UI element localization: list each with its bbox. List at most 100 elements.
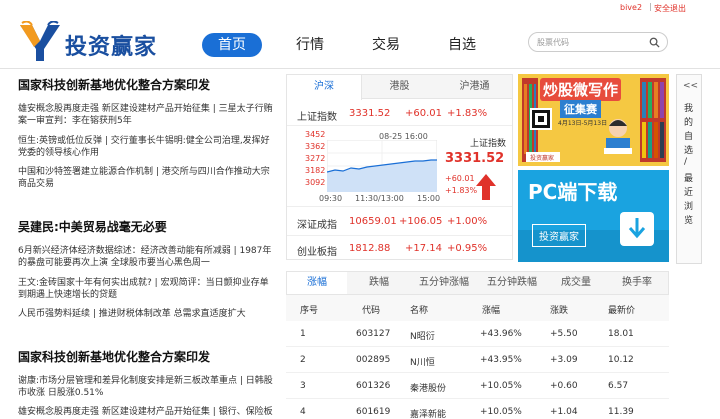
news-headline[interactable]: 国家科技创新基地优化整合方案印发 xyxy=(18,76,210,93)
stock-ranking-table: 涨幅 跌幅 五分钟涨幅 五分钟跌幅 成交量 换手率 序号 代码 名称 涨幅 涨跌… xyxy=(286,271,669,419)
news-line[interactable]: 雄安概念股再度走强 新区建设建材产品开始征集 | 银行、保险板 xyxy=(18,406,273,418)
cell-change: +5.50 xyxy=(550,329,578,339)
tab-volume[interactable]: 成交量 xyxy=(547,272,605,294)
cell-price: 10.12 xyxy=(608,355,634,365)
x-tick-label: 15:00 xyxy=(417,194,441,203)
pc-download-banner[interactable]: PC端下载 投资赢家 xyxy=(518,170,669,262)
x-tick-label: 09:30 xyxy=(319,194,343,203)
watchlist-history-sidebar[interactable]: << 我 的 自 选 / 最 近 浏 览 xyxy=(676,74,702,264)
side-char: 的 xyxy=(684,118,694,128)
search-box[interactable]: 股票代码 xyxy=(528,32,668,52)
col-header: 最新价 xyxy=(608,306,636,316)
x-tick-label: 11:30/13:00 xyxy=(355,194,404,203)
cell-change: +3.09 xyxy=(550,355,578,365)
col-header: 名称 xyxy=(410,306,429,316)
index-pct: +1.00% xyxy=(447,216,488,227)
tab-shsz[interactable]: 沪深 xyxy=(287,75,362,100)
news-headline[interactable]: 国家科技创新基地优化整合方案印发 xyxy=(18,348,210,365)
table-row[interactable]: 2 002895 N川恒 +43.95% +3.09 10.12 xyxy=(286,347,669,373)
search-icon[interactable] xyxy=(649,37,660,48)
logo[interactable]: 投资赢家 xyxy=(18,21,190,63)
table-row[interactable]: 4 601619 嘉泽新能 +10.05% +1.04 11.39 xyxy=(286,399,669,419)
username-link[interactable]: bive2 xyxy=(620,3,642,12)
news-line[interactable]: 党委的领导核心作用 xyxy=(18,147,99,159)
market-panel: 沪深 港股 沪港通 上证指数 3331.52 +60.01 +1.83% 345… xyxy=(286,74,513,260)
news-headline[interactable]: 吴建民:中美贸易战毫无必要 xyxy=(18,218,167,235)
tab-gainers[interactable]: 涨幅 xyxy=(287,272,347,294)
index-row[interactable]: 上证指数 3331.52 +60.01 +1.83% xyxy=(287,101,512,125)
cell-code: 601619 xyxy=(356,407,391,417)
index-row[interactable]: 深证成指 10659.01 +106.05 +1.00% xyxy=(287,209,512,233)
news-line[interactable]: 市收涨 日股涨0.51% xyxy=(18,387,103,399)
up-arrow-icon xyxy=(476,174,496,200)
chart-index-change: +60.01 xyxy=(445,174,475,183)
news-line[interactable]: 到期遇上快速增长的贷题 xyxy=(18,289,117,301)
side-char: 浏 xyxy=(684,202,694,212)
y-tick-label: 3362 xyxy=(305,142,326,151)
col-header: 代码 xyxy=(362,306,381,316)
ad1-brand: 投资赢家 xyxy=(530,155,555,162)
market-tabs: 沪深 港股 沪港通 xyxy=(287,75,512,100)
chart-index-pct: +1.83% xyxy=(445,186,478,195)
writing-contest-banner[interactable]: 炒股微写作 征集赛 4月13日-5月13日 投资赢家 xyxy=(518,74,669,166)
table-row[interactable]: 3 601326 秦港股份 +10.05% +0.60 6.57 xyxy=(286,373,669,399)
ad1-subtitle: 征集赛 xyxy=(560,100,601,118)
nav-trade[interactable]: 交易 xyxy=(372,33,400,57)
side-char: 选 xyxy=(684,146,694,156)
cell-rank: 2 xyxy=(300,355,306,365)
cell-code: 603127 xyxy=(356,329,391,339)
logout-link[interactable]: 安全退出 xyxy=(654,3,686,14)
cell-pct: +43.95% xyxy=(480,355,522,365)
nav-home[interactable]: 首页 xyxy=(202,33,262,57)
news-line[interactable]: 谢康:市场分层管理和差异化制度安排是新三板改革重点 | 日韩股 xyxy=(18,375,273,387)
news-line[interactable]: 商品交易 xyxy=(18,178,54,190)
col-header: 序号 xyxy=(300,306,319,316)
col-header: 涨幅 xyxy=(482,306,501,316)
nav-watchlist[interactable]: 自选 xyxy=(448,33,476,57)
tab-hk[interactable]: 港股 xyxy=(362,75,437,99)
header-divider xyxy=(0,68,720,69)
news-line[interactable]: 的暴盘可能要再次上演 全球股市要当心黑色周一 xyxy=(18,257,210,269)
tab-losers[interactable]: 跌幅 xyxy=(349,272,409,294)
intraday-line-chart xyxy=(327,140,437,192)
news-line[interactable]: 案一审宣判：李在镕获刑5年 xyxy=(18,115,132,127)
col-header: 涨跌 xyxy=(550,306,569,316)
cell-pct: +10.05% xyxy=(480,381,522,391)
cell-rank: 3 xyxy=(300,381,306,391)
table-row[interactable]: 1 603127 N昭衍 +43.96% +5.50 18.01 xyxy=(286,321,669,347)
cell-price: 18.01 xyxy=(608,329,634,339)
tab-turnover[interactable]: 换手率 xyxy=(607,272,667,294)
collapse-icon[interactable]: << xyxy=(683,81,698,91)
index-value: 3331.52 xyxy=(349,108,391,119)
index-value: 1812.88 xyxy=(349,243,391,254)
cell-name: N川恒 xyxy=(410,358,435,368)
index-name: 上证指数 xyxy=(297,112,337,123)
chart-index-name: 上证指数 xyxy=(470,139,507,149)
cell-price: 11.39 xyxy=(608,407,634,417)
search-input[interactable]: 股票代码 xyxy=(537,37,569,48)
news-line[interactable]: 王文:金砖国家十年有何实出成就? | 宏观简评：当日颤抑业存单 xyxy=(18,277,269,289)
side-char: 我 xyxy=(684,104,694,114)
index-change: +17.14 xyxy=(405,243,443,254)
ad2-button[interactable]: 投资赢家 xyxy=(532,224,586,247)
index-change: +106.05 xyxy=(399,216,443,227)
y-tick-label: 3452 xyxy=(305,130,326,139)
index-chart[interactable]: 3452 3362 3272 3182 3092 08-25 16:00 09:… xyxy=(287,125,512,207)
side-char: 自 xyxy=(684,132,694,142)
side-char: 近 xyxy=(684,188,694,198)
index-change: +60.01 xyxy=(405,108,443,119)
ad1-dates: 4月13日-5月13日 xyxy=(558,120,608,127)
index-row[interactable]: 创业板指 1812.88 +17.14 +0.95% xyxy=(287,235,512,259)
news-line[interactable]: 恒生:英镑或低位反弹 | 交行董事长牛锡明:健全公司治理,发挥好 xyxy=(18,135,270,147)
news-line[interactable]: 中国和沙特签署建立能源合作机制 | 港交所与四川合作推动大宗 xyxy=(18,166,270,178)
cell-name: 嘉泽新能 xyxy=(410,410,447,419)
tab-5min-losers[interactable]: 五分钟跌幅 xyxy=(479,272,545,294)
logo-name: 投资赢家 xyxy=(65,35,158,60)
cell-pct: +43.96% xyxy=(480,329,522,339)
nav-quotes[interactable]: 行情 xyxy=(296,33,324,57)
news-line[interactable]: 6月新兴经济体经济数据综述：经济改善动能有所减弱 | 1987年 xyxy=(18,245,271,257)
tab-hk-connect[interactable]: 沪港通 xyxy=(437,75,512,99)
news-line[interactable]: 人民币强势料延续 | 推进财税体制改革 总需求直适度扩大 xyxy=(18,308,246,320)
tab-5min-gainers[interactable]: 五分钟涨幅 xyxy=(411,272,477,294)
news-line[interactable]: 雄安概念股再度走强 新区建设建材产品开始征集 | 三星太子行贿 xyxy=(18,103,273,115)
